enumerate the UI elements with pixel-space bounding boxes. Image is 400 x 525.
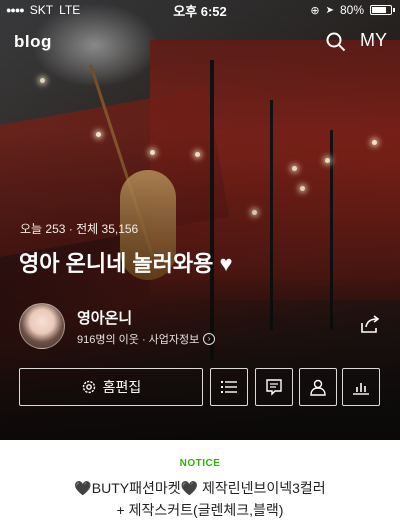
neighbor-button[interactable]	[299, 368, 337, 406]
notice-title-line2[interactable]: + 제작스커트(글렌체크,블랙)	[0, 500, 400, 520]
avatar[interactable]	[19, 303, 65, 349]
neighbor-icon	[310, 379, 326, 396]
stats-icon	[353, 383, 369, 395]
status-bar: ●●●● SKT LTE 오후 6:52 ⊕ ➤ 80%	[0, 0, 400, 20]
location-icon: ➤	[325, 4, 334, 16]
home-edit-label: 홈편집	[102, 379, 142, 395]
battery-icon	[370, 5, 395, 15]
home-edit-button[interactable]: 홈편집	[19, 368, 203, 406]
notice-label: NOTICE	[179, 458, 221, 469]
stats-button[interactable]	[342, 368, 380, 406]
blog-logo[interactable]: blog	[14, 32, 52, 52]
orientation-lock-icon: ⊕	[310, 4, 320, 17]
visit-count: 오늘 253 · 전체 35,156	[20, 222, 139, 236]
profile-section: 영아온니 916명의 이웃 · 사업자정보 ›	[19, 303, 381, 351]
profile-meta[interactable]: 916명의 이웃 · 사업자정보 ›	[77, 331, 216, 347]
list-button[interactable]	[210, 368, 248, 406]
my-button[interactable]: MY	[360, 30, 387, 51]
notice-section[interactable]: NOTICE 🖤BUTY패션마켓🖤 제작린넨브이넥3컬러 + 제작스커트(글렌체…	[0, 440, 400, 525]
chat-icon	[266, 379, 282, 396]
neighbor-info: 916명의 이웃 · 사업자정보	[77, 334, 200, 346]
gear-icon	[82, 380, 95, 394]
search-icon[interactable]	[326, 32, 346, 52]
battery-percent: 80%	[339, 3, 364, 17]
chevron-right-icon: ›	[203, 333, 216, 345]
notice-title-line1[interactable]: 🖤BUTY패션마켓🖤 제작린넨브이넥3컬러	[0, 478, 400, 498]
share-icon[interactable]	[359, 313, 381, 335]
blog-title: 영아 온니네 놀러와용 ♥	[19, 251, 233, 276]
top-bar: blog MY	[0, 28, 400, 56]
list-icon	[221, 381, 237, 393]
chat-button[interactable]	[255, 368, 293, 406]
nickname[interactable]: 영아온니	[77, 307, 132, 328]
action-bar: 홈편집	[19, 368, 381, 406]
